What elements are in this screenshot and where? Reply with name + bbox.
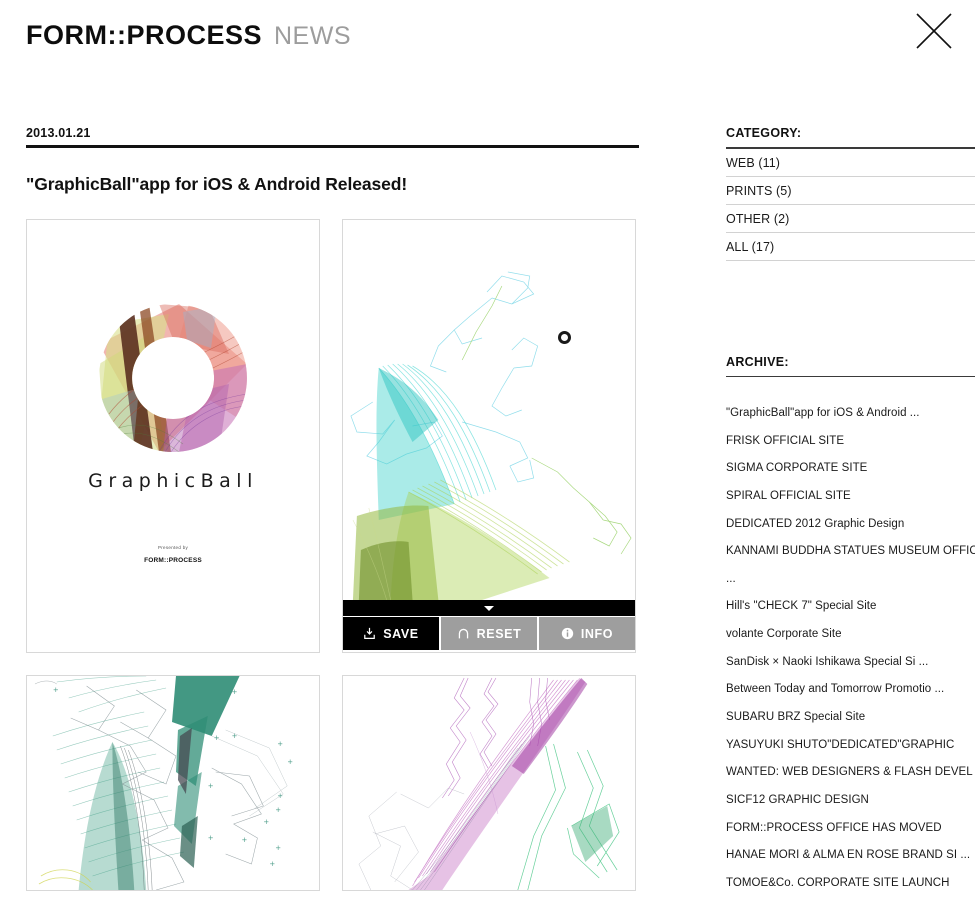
list-item[interactable]: SPIRAL OFFICIAL SITE bbox=[726, 483, 975, 511]
svg-text:+: + bbox=[277, 792, 283, 800]
list-item[interactable]: TOMOE&Co. CORPORATE SITE LAUNCH bbox=[726, 870, 975, 898]
list-item[interactable]: KANNAMI BUDDHA STATUES MUSEUM OFFIC bbox=[726, 538, 975, 566]
artwork-generative-teal: ++ ++ ++ ++ ++ ++ ++ + bbox=[27, 676, 319, 890]
artwork-byline: FORM::PROCESS bbox=[144, 557, 202, 564]
graphicball-ring-graphic bbox=[99, 304, 247, 452]
page-title: "GraphicBall"app for iOS & Android Relea… bbox=[26, 174, 408, 194]
sidebar-item-category[interactable]: OTHER (2) bbox=[726, 205, 975, 233]
svg-text:+: + bbox=[263, 818, 269, 826]
sidebar-item-category[interactable]: ALL (17) bbox=[726, 233, 975, 261]
artwork-generative-cyan-green bbox=[343, 220, 635, 600]
viewer-button-row: SAVE RESET INFO bbox=[343, 616, 635, 650]
category-heading: CATEGORY: bbox=[726, 126, 802, 140]
list-item[interactable]: YASUYUKI SHUTO"DEDICATED"GRAPHIC bbox=[726, 732, 975, 760]
list-item[interactable]: DEDICATED 2012 Graphic Design bbox=[726, 511, 975, 539]
artwork-generative-purple bbox=[343, 676, 635, 890]
gallery-tile-purple[interactable] bbox=[342, 675, 636, 891]
sidebar-item-category[interactable]: WEB (11) bbox=[726, 149, 975, 177]
gallery-tile-teal[interactable]: ++ ++ ++ ++ ++ ++ ++ + bbox=[26, 675, 320, 891]
close-icon[interactable] bbox=[911, 8, 957, 54]
image-gallery: GraphicBall Presented by FORM::PROCESS S… bbox=[26, 219, 639, 891]
svg-text:+: + bbox=[232, 688, 238, 696]
post-date: 2013.01.21 bbox=[26, 126, 91, 140]
svg-text:+: + bbox=[53, 686, 59, 694]
list-item[interactable]: SICF12 GRAPHIC DESIGN bbox=[726, 787, 975, 815]
svg-text:+: + bbox=[208, 782, 214, 790]
svg-text:+: + bbox=[242, 836, 248, 844]
list-item[interactable]: ... bbox=[726, 566, 975, 594]
reset-button[interactable]: RESET bbox=[441, 617, 539, 650]
svg-text:+: + bbox=[275, 844, 281, 852]
date-divider bbox=[26, 145, 639, 148]
svg-text:+: + bbox=[287, 758, 293, 766]
list-item[interactable]: HANAE MORI & ALMA EN ROSE BRAND SI ... bbox=[726, 842, 975, 870]
gallery-tile-cover[interactable]: GraphicBall Presented by FORM::PROCESS bbox=[26, 219, 320, 653]
artwork-title-text: GraphicBall bbox=[88, 470, 258, 492]
main-content: 2013.01.21 "GraphicBall"app for iOS & An… bbox=[26, 126, 639, 891]
svg-text:+: + bbox=[208, 834, 214, 842]
archive-section: ARCHIVE: "GraphicBall"app for iOS & Andr… bbox=[726, 355, 975, 898]
svg-text:+: + bbox=[232, 732, 238, 740]
save-button-label: SAVE bbox=[383, 626, 419, 641]
brand-primary-text: FORM::PROCESS bbox=[26, 20, 262, 50]
archive-divider bbox=[726, 375, 975, 377]
list-item[interactable]: volante Corporate Site bbox=[726, 621, 975, 649]
list-item[interactable]: SIGMA CORPORATE SITE bbox=[726, 455, 975, 483]
site-header: FORM::PROCESS NEWS bbox=[0, 0, 975, 76]
save-button[interactable]: SAVE bbox=[343, 617, 441, 650]
list-item[interactable]: SUBARU BRZ Special Site bbox=[726, 704, 975, 732]
list-item[interactable]: FORM::PROCESS OFFICE HAS MOVED bbox=[726, 815, 975, 843]
brand-secondary-text: NEWS bbox=[274, 22, 351, 50]
gallery-tile-viewer[interactable]: SAVE RESET INFO bbox=[342, 219, 636, 653]
artwork-graphicball-cover: GraphicBall Presented by FORM::PROCESS bbox=[27, 220, 319, 652]
list-item[interactable]: "GraphicBall"app for iOS & Android ... bbox=[726, 400, 975, 428]
list-item[interactable]: SanDisk × Naoki Ishikawa Special Si ... bbox=[726, 649, 975, 677]
info-button[interactable]: INFO bbox=[539, 617, 635, 650]
list-item[interactable]: FRISK OFFICIAL SITE bbox=[726, 428, 975, 456]
svg-text:+: + bbox=[275, 806, 281, 814]
reset-button-label: RESET bbox=[476, 626, 522, 641]
viewer-collapse-bar[interactable] bbox=[343, 600, 635, 616]
brand-logo[interactable]: FORM::PROCESS NEWS bbox=[26, 22, 351, 49]
category-list: WEB (11) PRINTS (5) OTHER (2) ALL (17) bbox=[726, 149, 975, 261]
svg-text:+: + bbox=[81, 676, 87, 678]
list-item[interactable]: Hill's "CHECK 7" Special Site bbox=[726, 593, 975, 621]
svg-text:+: + bbox=[277, 740, 283, 748]
list-item[interactable]: Between Today and Tomorrow Promotio ... bbox=[726, 676, 975, 704]
sidebar-item-category[interactable]: PRINTS (5) bbox=[726, 177, 975, 205]
svg-text:+: + bbox=[214, 734, 220, 742]
archive-heading: ARCHIVE: bbox=[726, 354, 789, 369]
sidebar: CATEGORY: WEB (11) PRINTS (5) OTHER (2) … bbox=[726, 126, 975, 898]
info-button-label: INFO bbox=[580, 626, 614, 641]
list-item[interactable]: WANTED: WEB DESIGNERS & FLASH DEVEL ... bbox=[726, 759, 975, 787]
artwork-cursor-marker bbox=[558, 331, 571, 344]
archive-list: "GraphicBall"app for iOS & Android ... F… bbox=[726, 400, 975, 898]
artwork-presented-label: Presented by bbox=[157, 545, 189, 550]
svg-text:+: + bbox=[269, 860, 275, 868]
chevron-down-icon bbox=[484, 605, 494, 611]
